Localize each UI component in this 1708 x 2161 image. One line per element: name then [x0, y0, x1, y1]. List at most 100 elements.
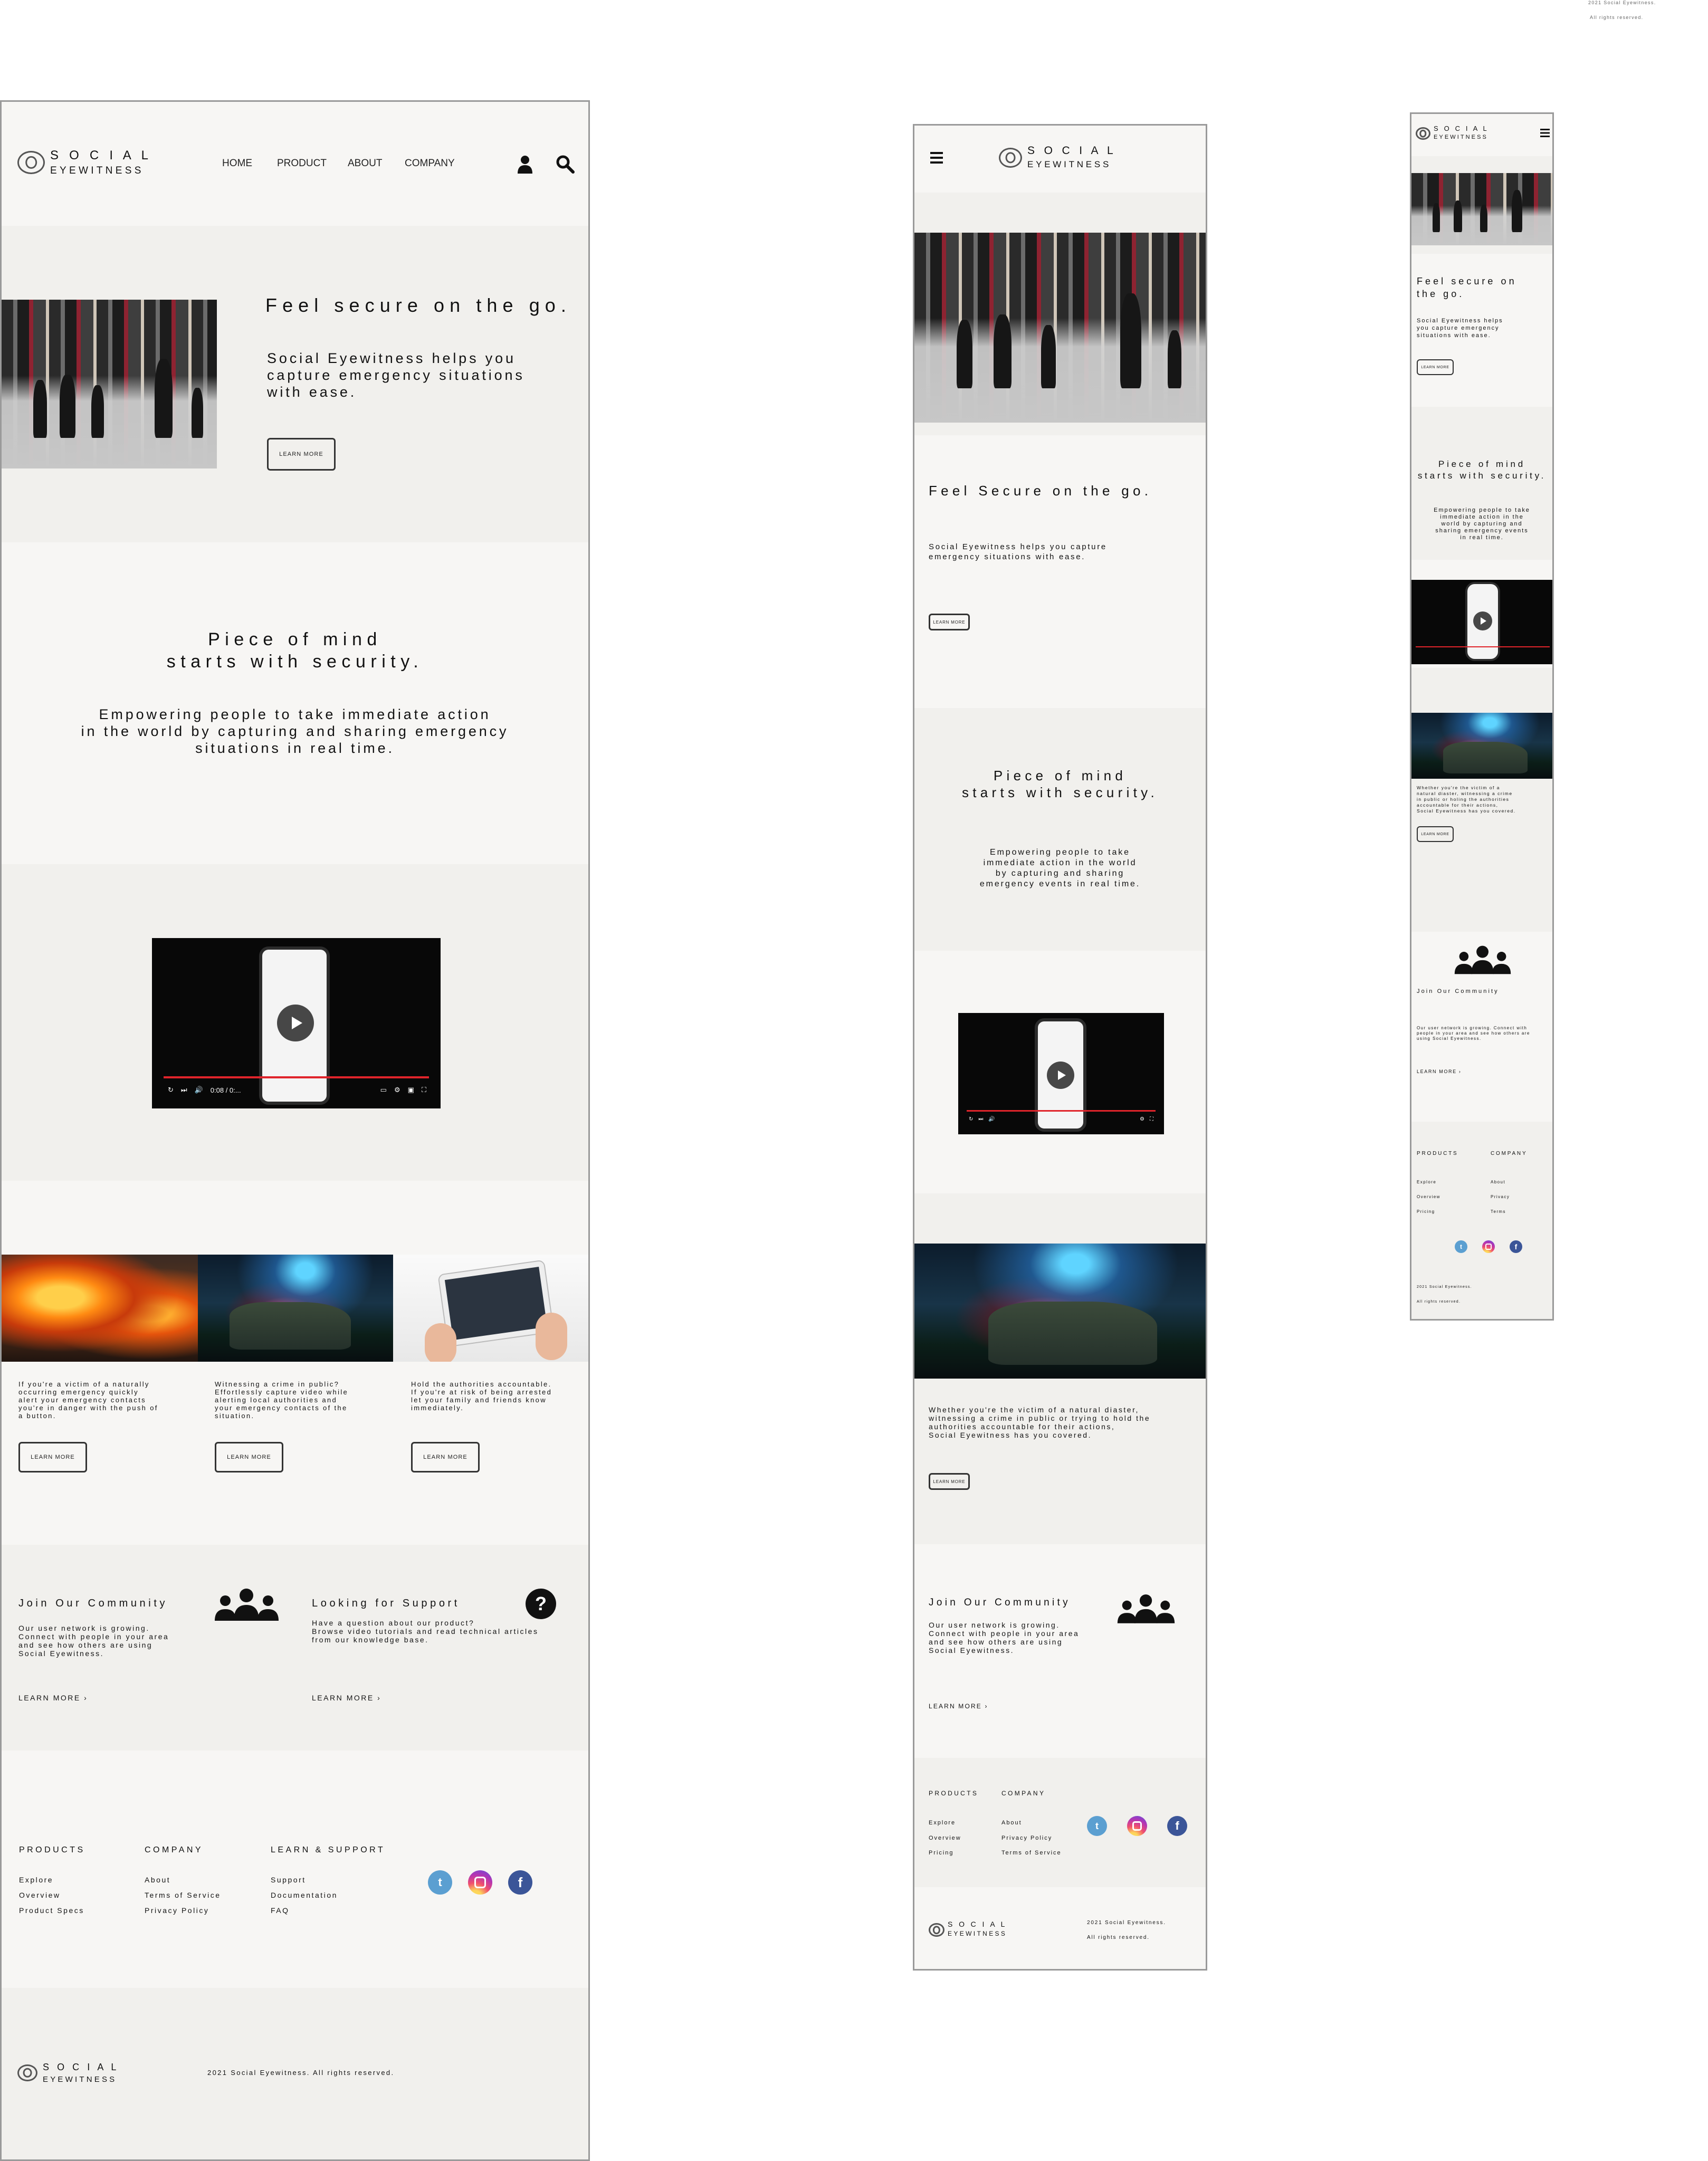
card-1-text: If you're a victim of a naturally occurr… [18, 1380, 158, 1420]
nav-about[interactable]: ABOUT [348, 158, 382, 169]
video-player[interactable]: ↻ ⏭ 🔊 0:08 / 0:... ▭ ⚙ ▣ ⛶ [152, 938, 441, 1108]
mobile-footer-company-head: COMPANY [1491, 1151, 1528, 1156]
footer-products-head: PRODUCTS [19, 1846, 85, 1854]
mobile-hero-button[interactable]: LEARN MORE [1417, 359, 1454, 375]
captions-icon[interactable]: ▭ [380, 1086, 387, 1094]
mobile-city-photo [1411, 173, 1552, 245]
footer-brand-line1[interactable]: S O C I A L [43, 2062, 119, 2073]
mobile-video-player[interactable] [1411, 580, 1552, 664]
mobile-instagram-icon[interactable] [1482, 1240, 1495, 1253]
brand-name-line2[interactable]: EYEWITNESS [50, 165, 144, 177]
tablet-mission-body: Empowering people to take immediate acti… [979, 848, 1141, 888]
facebook-icon[interactable]: f [508, 1870, 532, 1895]
footer-link-documentation[interactable]: Documentation [271, 1891, 338, 1899]
tablet-video-progress[interactable] [967, 1110, 1156, 1112]
mobile-facebook-icon[interactable]: f [1510, 1240, 1522, 1253]
tablet-footer-brand-line2[interactable]: EYEWITNESS [948, 1930, 1007, 1937]
desktop-mission: Piece of mind starts with security. Empo… [2, 542, 588, 864]
tablet-footer-overview[interactable]: Overview [929, 1835, 961, 1841]
mobile-police-photo [1411, 713, 1552, 779]
hero-learn-more-button[interactable]: LEARN MORE [267, 438, 336, 471]
user-icon[interactable] [517, 155, 533, 174]
tablet-play-icon[interactable] [1047, 1062, 1074, 1089]
mobile-brand-line2[interactable]: EYEWITNESS [1434, 134, 1488, 140]
tablet-hero-button[interactable]: LEARN MORE [929, 614, 970, 630]
video-progress-bar[interactable] [164, 1076, 429, 1078]
mobile-footer-overview[interactable]: Overview [1417, 1194, 1440, 1199]
twitter-icon[interactable]: t [428, 1870, 452, 1895]
next-icon[interactable]: ⏭ [181, 1086, 187, 1094]
mobile-crime-button[interactable]: LEARN MORE [1417, 826, 1454, 842]
mobile-video-progress[interactable] [1416, 646, 1550, 647]
tablet-crime-button[interactable]: LEARN MORE [929, 1473, 970, 1490]
footer-link-explore[interactable]: Explore [19, 1876, 53, 1884]
tablet-footer-brand-line1[interactable]: S O C I A L [948, 1920, 1007, 1928]
tablet-video-section: ↻ ⏭ 🔊 ⚙ ⛶ [914, 951, 1206, 1193]
mobile-play-icon[interactable] [1473, 611, 1492, 630]
brand-name-line1[interactable]: S O C I A L [50, 148, 152, 163]
nav-company[interactable]: COMPANY [405, 158, 455, 169]
footer-link-product-specs[interactable]: Product Specs [19, 1906, 84, 1915]
footer-link-terms[interactable]: Terms of Service [145, 1891, 221, 1899]
tablet-fullscreen-icon[interactable]: ⛶ [1150, 1116, 1153, 1122]
fullscreen-icon[interactable]: ⛶ [422, 1086, 426, 1094]
footer-link-privacy[interactable]: Privacy Policy [145, 1906, 209, 1915]
tablet-footer-about[interactable]: About [1001, 1820, 1022, 1826]
mobile-menu-icon[interactable] [1540, 129, 1550, 137]
mission-title: Piece of mind starts with security. [166, 629, 424, 672]
mobile-twitter-icon[interactable]: t [1455, 1240, 1467, 1253]
menu-icon[interactable] [930, 152, 943, 164]
replay-icon[interactable]: ↻ [168, 1086, 174, 1094]
mobile-footer-about[interactable]: About [1491, 1180, 1505, 1184]
desktop-footer: PRODUCTS Explore Overview Product Specs … [2, 1751, 588, 1988]
support-learn-more-link[interactable]: LEARN MORE › [312, 1694, 381, 1702]
nav-home[interactable]: HOME [222, 158, 252, 169]
tablet-footer-terms[interactable]: Terms of Service [1001, 1850, 1062, 1856]
tablet-crime-text: Whether you're the victim of a natural d… [929, 1405, 1151, 1439]
tablet-footer-privacy[interactable]: Privacy Policy [1001, 1835, 1052, 1841]
mobile-footer-terms[interactable]: Terms [1491, 1209, 1506, 1214]
footer-brand-line2[interactable]: EYEWITNESS [43, 2075, 117, 2084]
tablet-video-player[interactable]: ↻ ⏭ 🔊 ⚙ ⛶ [958, 1013, 1164, 1134]
tablet-footer-products-head: PRODUCTS [929, 1790, 979, 1797]
community-learn-more-link[interactable]: LEARN MORE › [18, 1694, 88, 1702]
tablet-facebook-icon[interactable]: f [1167, 1816, 1187, 1836]
instagram-icon[interactable] [468, 1870, 492, 1895]
mobile-brand-line1[interactable]: S O C I A L [1434, 125, 1488, 132]
tablet-copyright-1: 2021 Social Eyewitness. [1087, 1920, 1166, 1926]
mobile-photo-band [1411, 156, 1552, 254]
tablet-replay-icon[interactable]: ↻ [969, 1116, 973, 1122]
mobile-community-link[interactable]: LEARN MORE › [1417, 1069, 1461, 1074]
mobile-footer-privacy[interactable]: Privacy [1491, 1194, 1510, 1199]
footer-link-support[interactable]: Support [271, 1876, 306, 1884]
tablet-footer-explore[interactable]: Explore [929, 1820, 956, 1826]
tablet-settings-icon[interactable]: ⚙ [1140, 1116, 1144, 1122]
tablet-brand-line1[interactable]: S O C I A L [1027, 145, 1117, 157]
footer-link-about[interactable]: About [145, 1876, 170, 1884]
corner-copyright-1: 2021 Social Eyewitness. [1588, 0, 1656, 5]
mobile-footer-pricing[interactable]: Pricing [1417, 1209, 1435, 1214]
miniplayer-icon[interactable]: ▣ [408, 1086, 414, 1094]
footer-link-overview[interactable]: Overview [19, 1891, 61, 1899]
search-icon[interactable] [556, 155, 575, 174]
hero-city-photo [2, 300, 217, 468]
mobile-mission-title: Piece of mind starts with security. [1417, 459, 1547, 481]
tablet-brand-line2[interactable]: EYEWITNESS [1027, 159, 1111, 170]
nav-product[interactable]: PRODUCT [277, 158, 327, 169]
card-3-button[interactable]: LEARN MORE [411, 1442, 480, 1472]
footer-link-faq[interactable]: FAQ [271, 1906, 290, 1915]
mobile-footer-explore[interactable]: Explore [1417, 1180, 1436, 1184]
tablet-next-icon[interactable]: ⏭ [978, 1116, 983, 1122]
help-icon[interactable]: ? [525, 1588, 557, 1620]
volume-icon[interactable]: 🔊 [195, 1086, 203, 1094]
svg-text:?: ? [535, 1593, 547, 1614]
tablet-community-link[interactable]: LEARN MORE › [929, 1703, 988, 1710]
tablet-volume-icon[interactable]: 🔊 [988, 1116, 995, 1122]
card-1-button[interactable]: LEARN MORE [18, 1442, 87, 1472]
tablet-twitter-icon[interactable]: t [1087, 1816, 1107, 1836]
card-2-button[interactable]: LEARN MORE [215, 1442, 283, 1472]
tablet-footer-pricing[interactable]: Pricing [929, 1850, 953, 1856]
tablet-instagram-icon[interactable] [1127, 1816, 1147, 1836]
settings-icon[interactable]: ⚙ [394, 1086, 400, 1094]
play-icon[interactable] [277, 1005, 314, 1041]
